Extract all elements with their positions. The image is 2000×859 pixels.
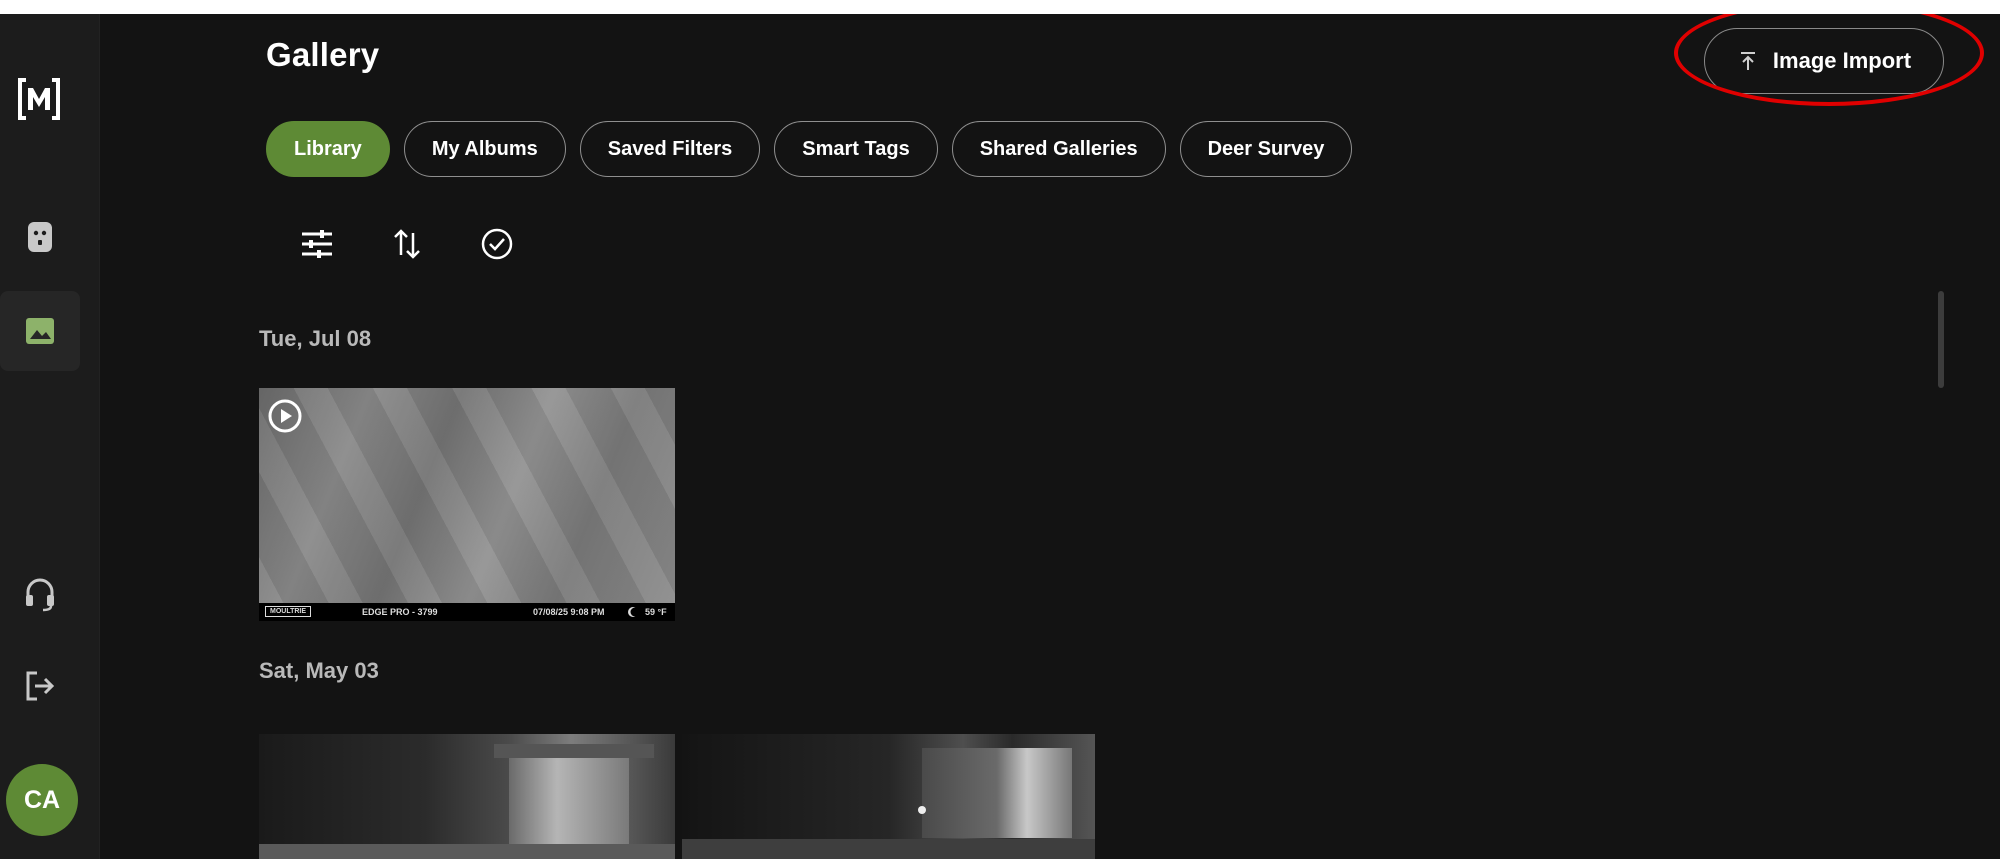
support-headset-icon [26, 578, 54, 612]
sidebar-item-logout[interactable] [0, 646, 80, 726]
tab-smart-tags[interactable]: Smart Tags [774, 121, 938, 177]
camera-name: EDGE PRO - 3799 [362, 607, 438, 617]
gallery-icon [26, 318, 54, 344]
sidebar-item-support[interactable] [0, 554, 80, 634]
sidebar: CA [0, 14, 100, 859]
filter-button[interactable] [300, 226, 334, 262]
camera-caption-bar: MOULTRIE EDGE PRO - 3799 07/08/25 9:08 P… [259, 603, 675, 621]
capture-timestamp: 07/08/25 9:08 PM [533, 607, 605, 617]
gallery-thumbnail-image[interactable] [682, 734, 1095, 859]
gallery-thumbnail-video[interactable]: MOULTRIE EDGE PRO - 3799 07/08/25 9:08 P… [259, 388, 675, 621]
select-button[interactable] [480, 226, 514, 262]
tab-library[interactable]: Library [266, 121, 390, 177]
gallery-tabs: Library My Albums Saved Filters Smart Ta… [266, 121, 1353, 177]
sort-button[interactable] [392, 226, 422, 262]
sort-icon [394, 229, 420, 259]
logo-icon[interactable] [14, 74, 64, 124]
camera-brand: MOULTRIE [265, 606, 312, 617]
select-check-icon [481, 228, 513, 260]
scrollbar-thumb[interactable] [1938, 291, 1944, 388]
date-heading: Sat, May 03 [259, 658, 379, 683]
upload-icon [1740, 52, 1755, 70]
capture-temperature: 59 °F [645, 607, 667, 617]
date-heading: Tue, Jul 08 [259, 326, 372, 351]
tab-deer-survey[interactable]: Deer Survey [1179, 121, 1353, 177]
gallery-thumbnail-image[interactable] [259, 734, 675, 859]
image-import-button[interactable]: Image Import [1704, 28, 1944, 94]
play-icon [268, 399, 302, 433]
camera-device-icon [28, 222, 52, 252]
page-title: Gallery [266, 36, 380, 73]
avatar[interactable]: CA [6, 764, 78, 836]
tab-shared-galleries[interactable]: Shared Galleries [951, 121, 1166, 177]
logout-icon [26, 671, 55, 701]
sidebar-item-gallery[interactable] [0, 291, 80, 371]
gallery-toolbar [300, 226, 514, 262]
moon-phase-icon [628, 607, 639, 617]
image-import-label: Image Import [1772, 48, 1912, 73]
filter-sliders-icon [302, 230, 332, 258]
tab-saved-filters[interactable]: Saved Filters [579, 121, 761, 177]
app-frame: CA Gallery Image Import Library My Album… [0, 14, 2000, 859]
sidebar-item-devices[interactable] [0, 197, 80, 277]
tab-my-albums[interactable]: My Albums [403, 121, 566, 177]
